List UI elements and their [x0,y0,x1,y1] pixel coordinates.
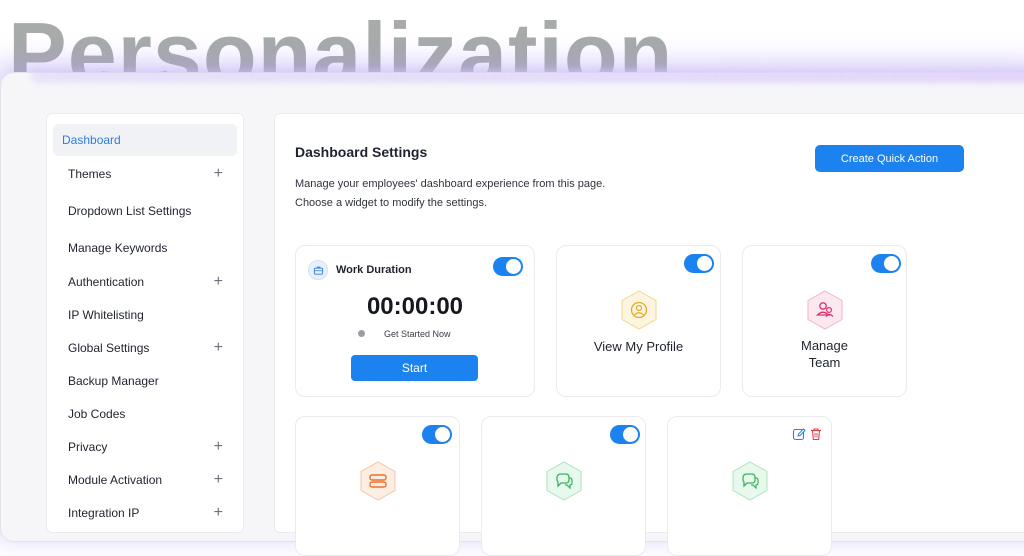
status-text: Get Started Now [384,329,451,339]
widget-toggle[interactable] [871,254,901,273]
briefcase-icon [308,260,328,280]
sidebar-item-label: IP Whitelisting [68,308,144,322]
widget-toggle[interactable] [493,257,523,276]
edit-icon[interactable] [792,427,806,441]
page-title: Dashboard Settings [295,144,428,160]
expand-plus-icon[interactable]: + [214,472,223,488]
widget-card[interactable] [295,416,460,556]
work-timer: 00:00:00 [366,293,464,320]
chat-icon [732,461,768,501]
settings-sidebar: Dashboard Themes + Dropdown List Setting… [46,113,244,533]
widget-toggle[interactable] [422,425,452,444]
sidebar-item-backup-manager[interactable]: Backup Manager [53,365,237,397]
manage-team-widget[interactable]: Manage Team [742,245,907,397]
stack-icon [360,461,396,501]
widget-card[interactable] [667,416,832,556]
sidebar-item-dropdown-list-settings[interactable]: Dropdown List Settings [53,195,237,227]
sidebar-item-global-settings[interactable]: Global Settings + [53,332,237,364]
sidebar-item-label: Manage Keywords [68,241,168,255]
sidebar-item-manage-keywords[interactable]: Manage Keywords [53,232,237,264]
widget-label: View My Profile [593,339,684,354]
expand-plus-icon[interactable]: + [214,166,223,182]
sidebar-item-authentication[interactable]: Authentication + [53,266,237,298]
widget-label: Manage [801,338,848,353]
page-description: Manage your employees' dashboard experie… [295,178,606,190]
sidebar-item-label: Backup Manager [68,374,159,388]
sidebar-item-label: Privacy [68,440,108,454]
sidebar-item-dashboard[interactable]: Dashboard [53,124,237,156]
sidebar-item-label: Dropdown List Settings [68,204,192,218]
sidebar-item-label: Dashboard [62,133,121,147]
chat-icon [546,461,582,501]
work-duration-widget[interactable]: Work Duration 00:00:00 Get Started Now S… [295,245,535,397]
widget-label: Team [808,355,841,370]
expand-plus-icon[interactable]: + [214,340,223,356]
sidebar-item-ip-whitelisting[interactable]: IP Whitelisting [53,299,237,331]
expand-plus-icon[interactable]: + [214,274,223,290]
page-description: Choose a widget to modify the settings. [295,197,487,209]
user-icon [621,290,657,330]
sidebar-item-privacy[interactable]: Privacy + [53,431,237,463]
widget-title: Work Duration [336,264,412,276]
sidebar-item-label: Job Codes [68,407,126,421]
widget-toggle[interactable] [610,425,640,444]
dashboard-settings-panel: Dashboard Settings Manage your employees… [274,113,1024,556]
sidebar-item-label: Integration IP [68,506,140,520]
sidebar-item-integration-ip[interactable]: Integration IP + [53,497,237,529]
sidebar-item-label: Authentication [68,275,145,289]
expand-plus-icon[interactable]: + [214,439,223,455]
start-button[interactable]: Start [351,355,478,381]
view-profile-widget[interactable]: View My Profile [556,245,721,397]
team-icon [807,290,843,330]
trash-icon[interactable] [809,427,823,441]
sidebar-item-label: Module Activation [68,473,163,487]
sidebar-item-themes[interactable]: Themes + [53,158,237,190]
widget-card[interactable] [481,416,646,556]
sidebar-item-label: Global Settings [68,341,150,355]
sidebar-item-module-activation[interactable]: Module Activation + [53,464,237,496]
widget-toggle[interactable] [684,254,714,273]
sidebar-item-job-codes[interactable]: Job Codes [53,398,237,430]
status-dot [358,330,365,337]
expand-plus-icon[interactable]: + [214,505,223,521]
sidebar-item-label: Themes [68,167,112,181]
create-quick-action-button[interactable]: Create Quick Action [815,145,964,172]
